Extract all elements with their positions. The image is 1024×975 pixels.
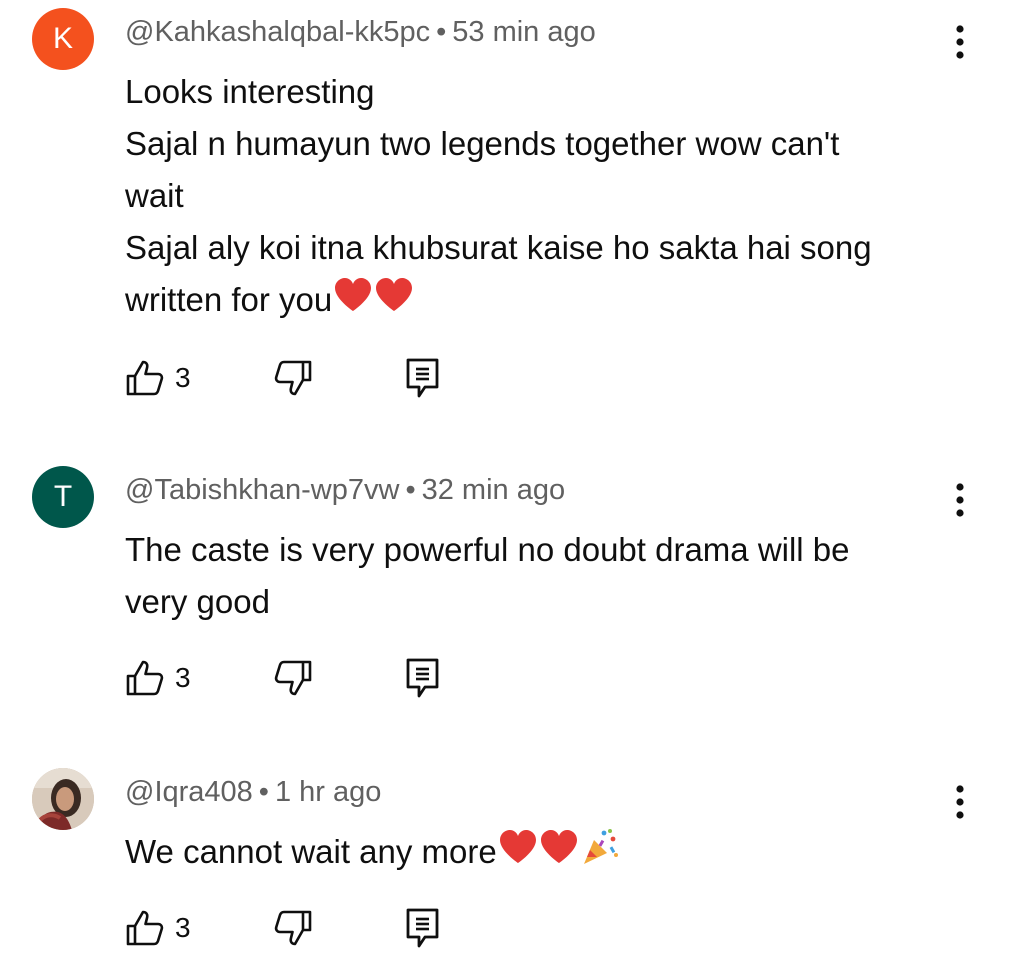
- thumb-down-icon: [274, 360, 312, 396]
- thumb-up-icon: [126, 910, 164, 946]
- like-button[interactable]: 3: [125, 356, 191, 400]
- more-vert-icon[interactable]: [946, 782, 974, 822]
- comment-line: Looks interesting: [125, 73, 375, 110]
- comment-text: We cannot wait any more: [125, 826, 965, 882]
- dislike-button[interactable]: [273, 356, 313, 400]
- more-vert-icon[interactable]: [946, 480, 974, 520]
- thumb-up-icon: [126, 360, 164, 396]
- avatar[interactable]: K: [32, 8, 94, 70]
- reply-button[interactable]: [405, 656, 441, 700]
- party-popper-emoji: [580, 827, 620, 882]
- avatar[interactable]: [32, 768, 94, 830]
- separator-dot: •: [436, 16, 447, 48]
- avatar[interactable]: T: [32, 466, 94, 528]
- comment-time: 53 min ago: [452, 16, 596, 48]
- like-button[interactable]: 3: [125, 656, 191, 700]
- reply-button[interactable]: [405, 906, 441, 950]
- comment-header: @Tabishkhan-wp7vw • 32 min ago: [125, 474, 565, 507]
- reply-icon: [406, 358, 439, 398]
- comment-header: @Kahkashalqbal-kk5pc • 53 min ago: [125, 16, 596, 49]
- dislike-button[interactable]: [273, 906, 313, 950]
- comment-line: We cannot wait any more: [125, 833, 497, 870]
- reply-icon: [406, 658, 439, 698]
- comment-text: The caste is very powerful no doubt dram…: [125, 524, 965, 628]
- avatar-letter: T: [53, 480, 73, 513]
- comment-line: wait: [125, 177, 184, 214]
- thumb-up-icon: [126, 660, 164, 696]
- comment-line: The caste is very powerful no doubt dram…: [125, 531, 850, 568]
- separator-dot: •: [405, 474, 416, 506]
- comment-time: 32 min ago: [421, 474, 566, 506]
- avatar-letter: K: [52, 22, 73, 55]
- comment-line: Sajal aly koi itna khubsurat kaise ho sa…: [125, 229, 872, 266]
- reply-button[interactable]: [405, 356, 441, 400]
- red-heart-emoji: [539, 828, 579, 880]
- reply-icon: [406, 908, 439, 948]
- dislike-button[interactable]: [273, 656, 313, 700]
- author-handle[interactable]: @Tabishkhan-wp7vw: [125, 474, 399, 506]
- like-count: 3: [175, 912, 191, 943]
- thumb-down-icon: [274, 660, 312, 696]
- author-handle[interactable]: @Iqra408: [125, 776, 253, 808]
- comment-text: Looks interesting Sajal n humayun two le…: [125, 66, 965, 328]
- comment-header: @Iqra408 • 1 hr ago: [125, 776, 381, 809]
- author-handle[interactable]: @Kahkashalqbal-kk5pc: [125, 16, 430, 48]
- comment-line: very good: [125, 583, 270, 620]
- comment-line: written for you: [125, 281, 333, 318]
- red-heart-emoji: [333, 276, 373, 328]
- like-button[interactable]: 3: [125, 906, 191, 950]
- more-vert-icon[interactable]: [946, 22, 974, 62]
- like-count: 3: [175, 362, 191, 393]
- comment-time: 1 hr ago: [274, 776, 382, 808]
- like-count: 3: [175, 662, 191, 693]
- comment-line: Sajal n humayun two legends together wow…: [125, 125, 840, 162]
- thumb-down-icon: [274, 910, 312, 946]
- separator-dot: •: [258, 776, 269, 808]
- profile-photo-icon: [32, 768, 94, 830]
- red-heart-emoji: [374, 276, 414, 328]
- red-heart-emoji: [498, 828, 538, 880]
